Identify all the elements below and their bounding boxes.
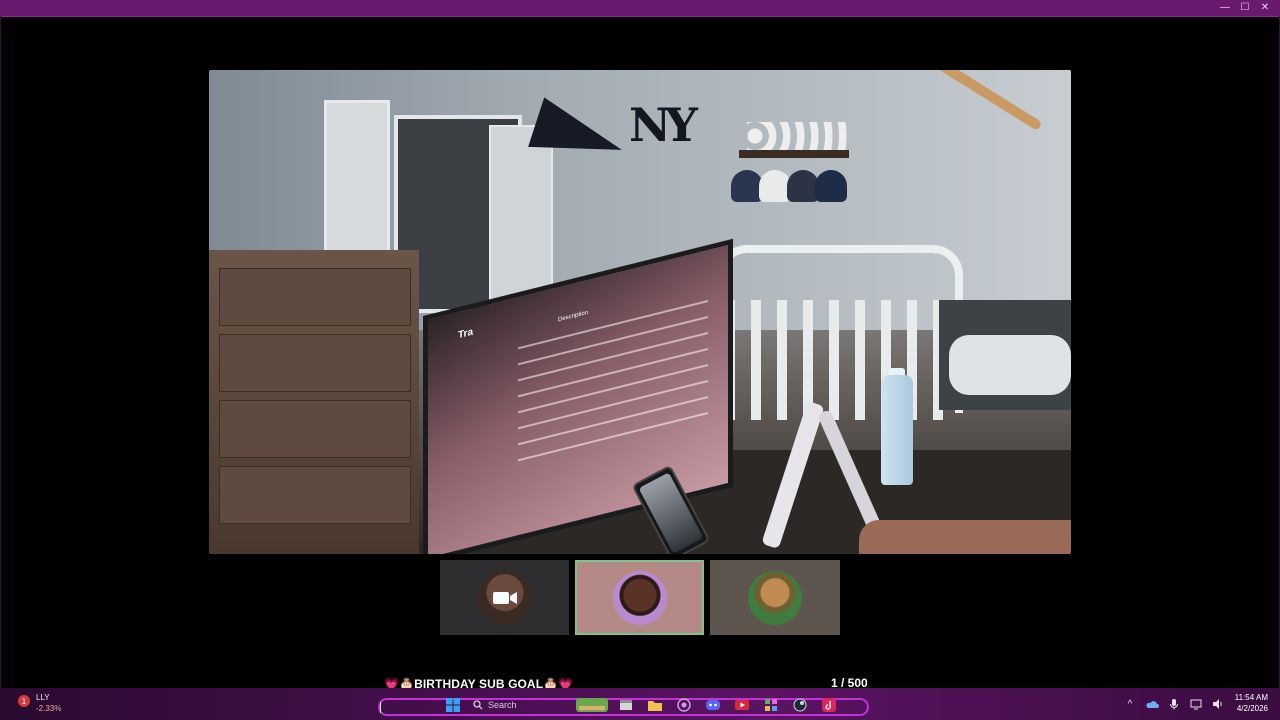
tiktok-icon [821,698,836,712]
windows-start-icon [445,698,460,712]
main-video-feed[interactable]: NY Tra Description [209,70,1071,554]
taskbar-apps: Search [438,694,843,716]
stock-change: -2.33% [36,704,62,713]
microphone-icon[interactable] [1166,696,1182,712]
folder-button[interactable] [640,694,669,716]
minimize-button[interactable]: — [1216,0,1234,16]
app-grid-button[interactable] [756,694,785,716]
dresser-drawer [219,466,411,524]
clock-time: 11:54 AM [1234,693,1268,702]
browser-button[interactable] [669,694,698,716]
app-grid-icon [764,699,777,711]
maximize-button[interactable]: ☐ [1236,0,1254,16]
monitor-screen-title: Tra [458,326,474,342]
volume-icon[interactable] [1210,696,1226,712]
taskbar-clock[interactable]: 11:54 AM 4/2/2026 [1235,692,1268,714]
participant-thumbnails [440,560,840,635]
steam-icon [793,698,806,712]
tiktok-button[interactable] [814,694,843,716]
steam-button[interactable] [785,694,814,716]
search-placeholder: Search [488,700,517,710]
dresser-drawer [219,400,411,458]
hand [859,520,1071,554]
discord-icon [705,700,720,710]
youtube-icon [734,700,749,710]
dresser-drawer [219,334,411,392]
avatar [612,570,667,625]
participant-tile-3[interactable] [710,560,840,635]
participant-tile-2[interactable] [575,560,704,635]
onedrive-icon[interactable] [1144,696,1160,712]
window-controls: — ☐ ✕ [1216,0,1274,16]
taskbar-search[interactable]: Search [467,696,573,714]
water-bottle [881,375,913,485]
search-icon [473,700,483,710]
avatar [748,570,802,625]
stock-ticker: LLY [36,693,50,702]
file-explorer-button[interactable] [611,694,640,716]
widget-game-button[interactable] [573,694,611,716]
baseballs-shelf-items [747,122,847,150]
show-hidden-icons-button[interactable]: ^ [1122,696,1138,712]
folder-icon [647,701,662,711]
cap-navy-2 [815,170,847,202]
text-cursor [380,702,381,713]
wall-shelf [739,150,849,158]
stock-widget[interactable]: 1 LLY -2.33% [16,692,61,714]
youtube-button[interactable] [727,694,756,716]
stock-alert-icon: 1 [16,692,32,708]
window-frame-left [0,16,1,688]
window-titlebar[interactable]: — ☐ ✕ [0,0,1280,17]
close-button[interactable]: ✕ [1256,0,1274,16]
clock-date: 4/2/2026 [1236,704,1268,713]
video-camera-icon [492,591,517,604]
dresser-drawer [219,268,411,326]
windows-start-button[interactable] [438,694,467,716]
ny-wall-logo: NY [629,98,698,152]
dresser [209,250,419,554]
monitor-screen-header: Description [558,309,589,324]
widget-game-icon [576,698,608,712]
file-explorer-icon [619,700,632,710]
participant-tile-1[interactable] [440,560,569,635]
system-tray: ^ [1122,696,1226,712]
browser-icon [676,698,691,712]
display-icon[interactable] [1188,696,1204,712]
stock-alert-badge: 1 [22,697,27,706]
pillow [949,335,1071,395]
discord-button[interactable] [698,694,727,716]
closet-door [489,125,553,309]
stock-widget-text: LLY -2.33% [36,692,61,714]
